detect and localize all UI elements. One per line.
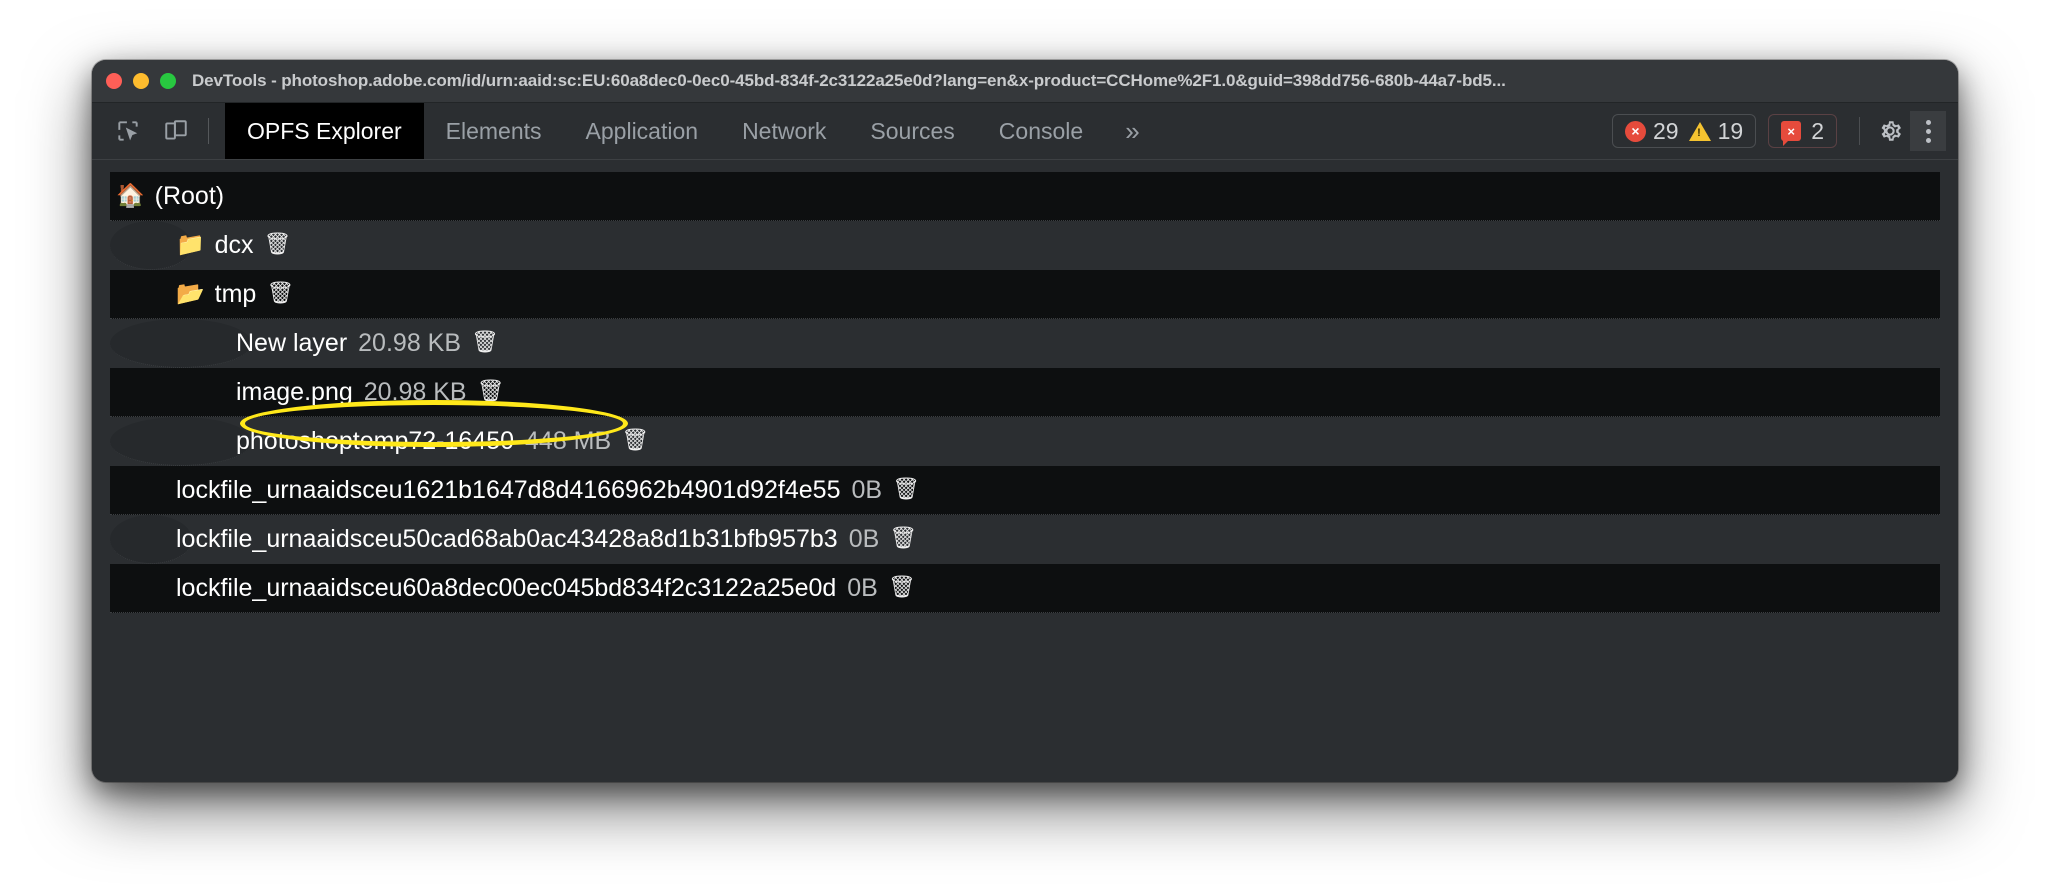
delete-icon[interactable]: 🗑 (889, 528, 917, 550)
devtools-window: DevTools - photoshop.adobe.com/id/urn:aa… (92, 60, 1958, 782)
entry-size: 20.98 KB (358, 329, 461, 358)
delete-icon[interactable]: 🗑 (477, 381, 505, 403)
devtools-tabs: OPFS Explorer Elements Application Netwo… (225, 103, 1612, 159)
traffic-lights (106, 73, 176, 89)
opfs-file-tree-panel: 🏠 (Root) 📁 dcx 🗑 📂 tmp 🗑 New layer 20.98… (92, 160, 1958, 782)
toolbar-right: × 29 19 × 2 (1612, 103, 1958, 159)
warning-badge[interactable]: 19 (1689, 118, 1744, 145)
tab-elements[interactable]: Elements (424, 103, 564, 159)
table-row[interactable]: New layer 20.98 KB 🗑 (110, 319, 252, 368)
entry-name: photoshoptemp72-16450 (236, 427, 514, 456)
zoom-button[interactable] (160, 73, 176, 89)
delete-icon[interactable]: 🗑 (266, 283, 294, 305)
table-row[interactable]: image.png 20.98 KB 🗑 (110, 368, 1940, 417)
entry-name: lockfile_urnaaidsceu1621b1647d8d4166962b… (176, 476, 841, 505)
tab-network[interactable]: Network (720, 103, 848, 159)
toolbar-divider-right (1859, 117, 1860, 145)
entry-size: 0B (849, 525, 880, 554)
more-tabs-button[interactable]: » (1105, 103, 1159, 159)
delete-icon[interactable]: 🗑 (264, 234, 292, 256)
entry-size: 20.98 KB (364, 378, 467, 407)
table-row[interactable]: 📁 dcx 🗑 (110, 221, 192, 270)
toolbar-divider (208, 118, 209, 144)
error-icon: × (1625, 121, 1646, 142)
delete-icon[interactable]: 🗑 (621, 430, 649, 452)
folder-open-icon: 📂 (176, 283, 205, 306)
tab-console[interactable]: Console (977, 103, 1105, 159)
warning-count: 19 (1718, 118, 1744, 145)
table-row[interactable]: lockfile_urnaaidsceu1621b1647d8d4166962b… (110, 466, 1940, 515)
toolbar-left-icons (92, 103, 225, 159)
entry-name: (Root) (155, 182, 224, 211)
entry-size: 448 MB (525, 427, 611, 456)
tab-opfs-explorer[interactable]: OPFS Explorer (225, 103, 424, 159)
kebab-menu-icon[interactable] (1910, 111, 1946, 151)
issues-badge[interactable]: × 2 (1768, 114, 1837, 148)
screenshot-stage: DevTools - photoshop.adobe.com/id/urn:aa… (0, 0, 2048, 884)
entry-size: 0B (847, 574, 878, 603)
table-row[interactable]: lockfile_urnaaidsceu50cad68ab0ac43428a8d… (110, 515, 192, 564)
minimize-button[interactable] (133, 73, 149, 89)
entry-name: New layer (236, 329, 347, 358)
folder-icon: 📁 (176, 234, 205, 257)
entry-name: tmp (215, 280, 257, 309)
error-warning-badges[interactable]: × 29 19 (1612, 114, 1756, 148)
tab-sources[interactable]: Sources (848, 103, 976, 159)
devtools-toolbar: OPFS Explorer Elements Application Netwo… (92, 103, 1958, 160)
issues-icon: × (1781, 121, 1801, 141)
tab-application[interactable]: Application (564, 103, 721, 159)
tree-rows: 🏠 (Root) 📁 dcx 🗑 📂 tmp 🗑 New layer 20.98… (92, 172, 1958, 613)
table-row[interactable]: 📂 tmp 🗑 (110, 270, 1940, 319)
table-row-highlighted[interactable]: photoshoptemp72-16450 448 MB 🗑 (110, 417, 252, 466)
delete-icon[interactable]: 🗑 (892, 479, 920, 501)
table-row[interactable]: 🏠 (Root) (110, 172, 1940, 221)
issues-count: 2 (1811, 118, 1824, 145)
error-badge[interactable]: × 29 (1625, 118, 1679, 145)
entry-name: lockfile_urnaaidsceu50cad68ab0ac43428a8d… (176, 525, 838, 554)
entry-name: dcx (215, 231, 254, 260)
table-row[interactable]: lockfile_urnaaidsceu60a8dec00ec045bd834f… (110, 564, 1940, 613)
window-title: DevTools - photoshop.adobe.com/id/urn:aa… (192, 71, 1506, 91)
error-count: 29 (1653, 118, 1679, 145)
window-title-bar: DevTools - photoshop.adobe.com/id/urn:aa… (92, 60, 1958, 103)
entry-size: 0B (852, 476, 883, 505)
gear-icon[interactable] (1870, 111, 1910, 151)
inspect-element-icon[interactable] (106, 109, 150, 153)
delete-icon[interactable]: 🗑 (471, 332, 499, 354)
close-button[interactable] (106, 73, 122, 89)
entry-name: lockfile_urnaaidsceu60a8dec00ec045bd834f… (176, 574, 836, 603)
delete-icon[interactable]: 🗑 (888, 577, 916, 599)
home-icon: 🏠 (116, 185, 145, 208)
warning-icon (1689, 122, 1711, 141)
device-toolbar-icon[interactable] (154, 109, 198, 153)
entry-name: image.png (236, 378, 353, 407)
